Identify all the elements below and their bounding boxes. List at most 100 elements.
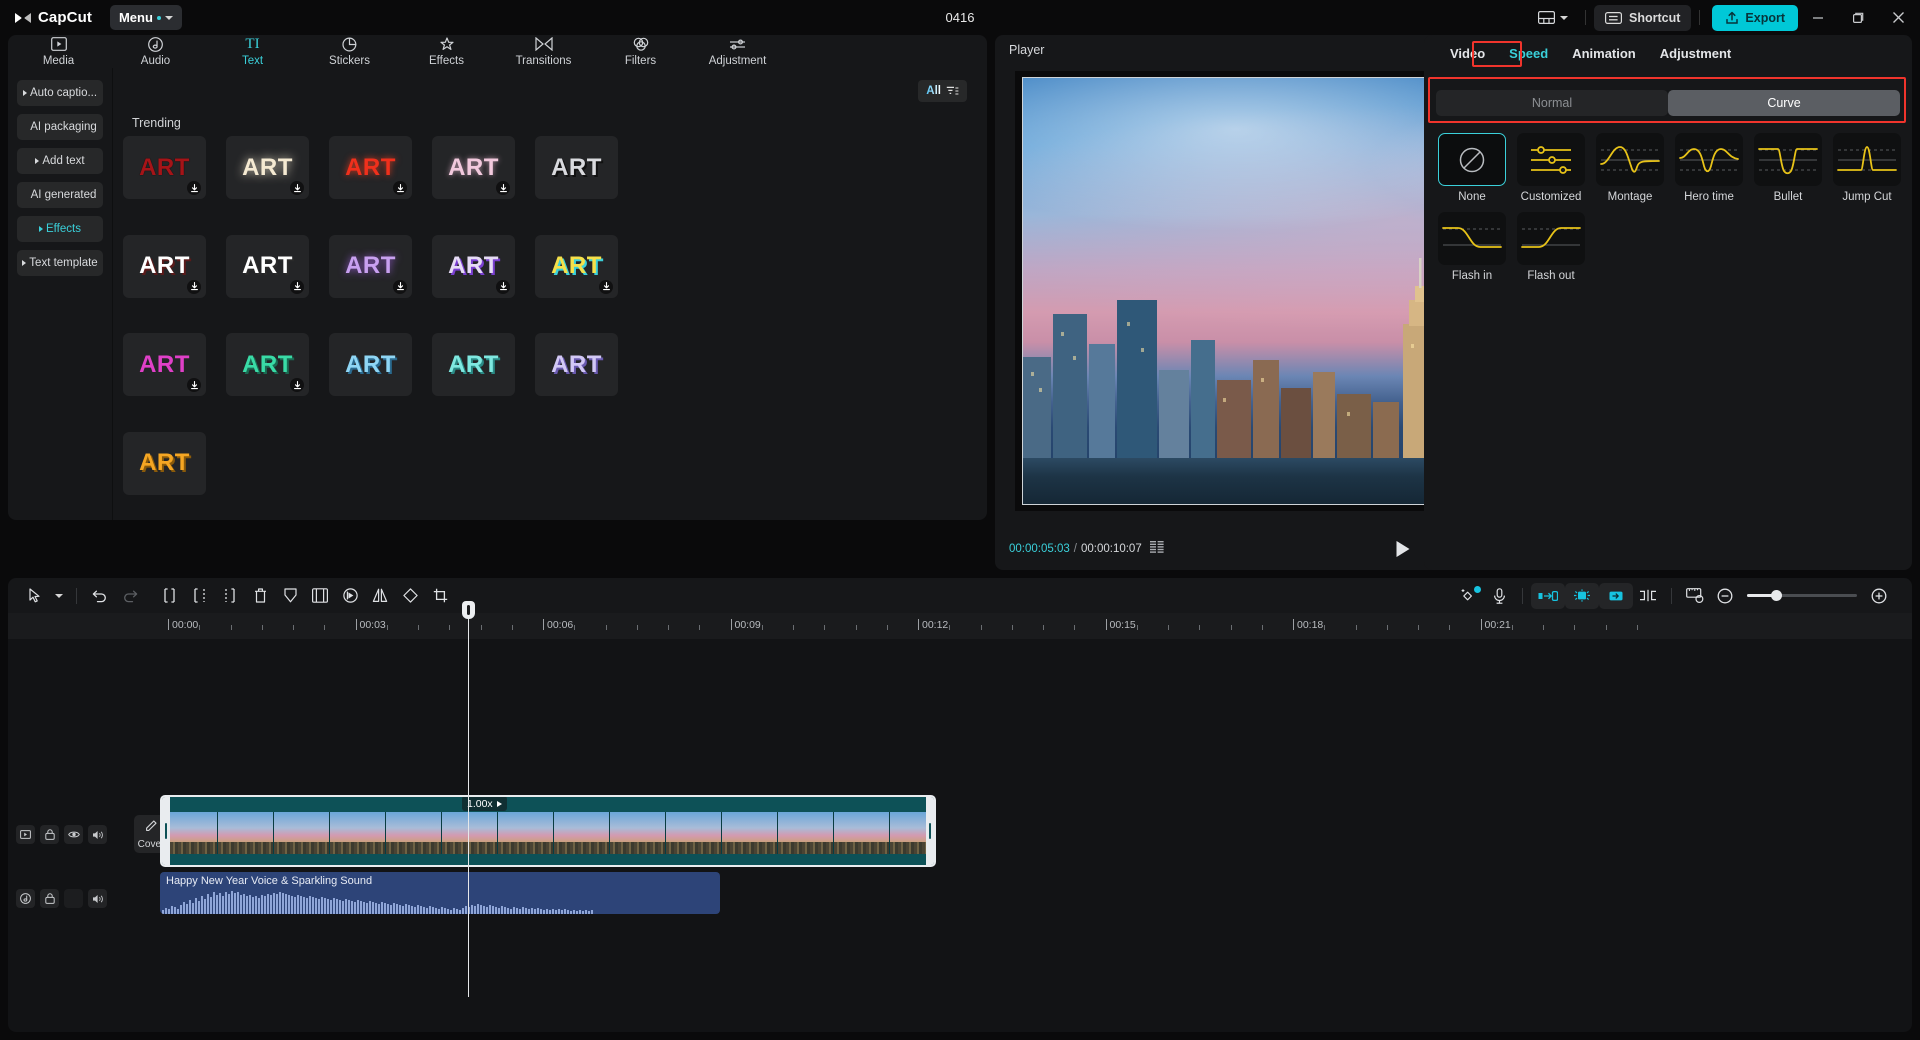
undo-button[interactable]	[85, 583, 115, 609]
download-icon[interactable]	[496, 280, 510, 294]
sidebar-item-ai-generated[interactable]: AI generated	[17, 182, 103, 208]
text-preset-cell[interactable]: ART	[535, 136, 618, 199]
curve-preset-flash-out[interactable]: Flash out	[1517, 212, 1585, 282]
text-preset-cell[interactable]: ART	[329, 333, 412, 396]
shortcut-button[interactable]: Shortcut	[1594, 5, 1691, 31]
download-icon[interactable]	[496, 181, 510, 195]
frames-icon[interactable]	[1150, 540, 1164, 558]
text-preset-cell[interactable]: ART	[226, 136, 309, 199]
text-preset-cell[interactable]: ART	[432, 235, 515, 298]
tool-dropdown-button[interactable]	[50, 583, 68, 609]
zoom-in-button[interactable]	[1864, 583, 1894, 609]
download-icon[interactable]	[187, 280, 201, 294]
layout-button[interactable]	[1529, 11, 1577, 24]
menu-button[interactable]: Menu	[110, 5, 182, 30]
sidebar-item-add-text[interactable]: Add text	[17, 148, 103, 174]
export-button[interactable]: Export	[1712, 5, 1798, 31]
text-preset-cell[interactable]: ART	[535, 333, 618, 396]
lock-icon[interactable]	[40, 889, 59, 908]
trim-left-button[interactable]	[185, 583, 215, 609]
timeline-ruler[interactable]: 00:0000:0300:0600:0900:1200:1500:1800:21	[8, 613, 1912, 639]
speed-mode-normal[interactable]: Normal	[1436, 90, 1668, 116]
redo-button[interactable]	[115, 583, 145, 609]
audio-clip[interactable]: Happy New Year Voice & Sparkling Sound	[160, 872, 720, 914]
text-preset-cell[interactable]: ART	[123, 235, 206, 298]
lock-icon[interactable]	[40, 825, 59, 844]
zoom-slider-knob[interactable]	[1771, 590, 1782, 601]
snap-center-button[interactable]	[1565, 583, 1599, 609]
tab-video[interactable]: Video	[1438, 42, 1497, 66]
tab-filters[interactable]: Filters	[592, 35, 689, 68]
sidebar-item-text-template[interactable]: Text template	[17, 250, 103, 276]
video-clip[interactable]: 1.00x	[160, 795, 936, 867]
speaker-icon[interactable]	[88, 889, 107, 908]
eye-icon[interactable]	[64, 825, 83, 844]
snap-start-button[interactable]	[1531, 583, 1565, 609]
snap-end-button[interactable]	[1599, 583, 1633, 609]
play-button[interactable]	[1396, 541, 1409, 557]
video-icon[interactable]	[16, 825, 35, 844]
tab-text[interactable]: TI Text	[204, 35, 301, 68]
download-icon[interactable]	[393, 280, 407, 294]
download-icon[interactable]	[187, 378, 201, 392]
close-button[interactable]	[1878, 0, 1918, 35]
download-icon[interactable]	[599, 280, 613, 294]
download-icon[interactable]	[393, 181, 407, 195]
text-preset-cell[interactable]: ART	[329, 136, 412, 199]
text-preset-cell[interactable]: ART	[226, 235, 309, 298]
zoom-slider[interactable]	[1747, 594, 1857, 597]
clip-trim-handle-left[interactable]	[162, 797, 170, 865]
clip-speed-badge[interactable]: 1.00x	[462, 796, 507, 811]
curve-preset-jump-cut[interactable]: Jump Cut	[1833, 133, 1901, 203]
text-preset-cell[interactable]: ART	[123, 136, 206, 199]
split-track-button[interactable]	[1633, 583, 1663, 609]
adapt-timeline-button[interactable]	[1680, 583, 1710, 609]
curve-preset-hero-time[interactable]: Hero time	[1675, 133, 1743, 203]
download-icon[interactable]	[290, 181, 304, 195]
select-tool-button[interactable]	[20, 583, 50, 609]
text-preset-cell[interactable]: ART	[535, 235, 618, 298]
sidebar-item-auto-captio[interactable]: Auto captio...	[17, 80, 103, 106]
rotate-button[interactable]	[395, 583, 425, 609]
mask-button[interactable]	[275, 583, 305, 609]
text-preset-cell[interactable]: ART	[123, 333, 206, 396]
speed-mode-curve[interactable]: Curve	[1668, 90, 1900, 116]
filter-all-button[interactable]: All	[918, 80, 967, 102]
tab-stickers[interactable]: Stickers	[301, 35, 398, 68]
curve-preset-customized[interactable]: Customized	[1517, 133, 1585, 203]
freeze-frame-button[interactable]	[305, 583, 335, 609]
sidebar-item-ai-packaging[interactable]: AI packaging	[17, 114, 103, 140]
sidebar-item-effects[interactable]: Effects	[17, 216, 103, 242]
mirror-button[interactable]	[365, 583, 395, 609]
crop-button[interactable]	[425, 583, 455, 609]
reverse-button[interactable]	[335, 583, 365, 609]
auto-keyframe-button[interactable]	[1454, 583, 1484, 609]
record-voiceover-button[interactable]	[1484, 583, 1514, 609]
speaker-icon[interactable]	[88, 825, 107, 844]
curve-preset-bullet[interactable]: Bullet	[1754, 133, 1822, 203]
audio-note-icon[interactable]	[16, 889, 35, 908]
download-icon[interactable]	[187, 181, 201, 195]
tab-audio[interactable]: Audio	[107, 35, 204, 68]
split-button[interactable]	[155, 583, 185, 609]
curve-preset-flash-in[interactable]: Flash in	[1438, 212, 1506, 282]
download-icon[interactable]	[290, 378, 304, 392]
clip-trim-handle-right[interactable]	[926, 797, 934, 865]
text-preset-cell[interactable]: ART	[329, 235, 412, 298]
text-preset-cell[interactable]: ART	[123, 432, 206, 495]
trim-right-button[interactable]	[215, 583, 245, 609]
maximize-button[interactable]	[1838, 0, 1878, 35]
tab-media[interactable]: Media	[10, 35, 107, 68]
minimize-button[interactable]	[1798, 0, 1838, 35]
tab-adjustment[interactable]: Adjustment	[1648, 42, 1744, 66]
tab-animation[interactable]: Animation	[1560, 42, 1648, 66]
tab-effects[interactable]: Effects	[398, 35, 495, 68]
text-preset-cell[interactable]: ART	[432, 136, 515, 199]
tab-speed[interactable]: Speed	[1497, 42, 1560, 66]
tab-transitions[interactable]: Transitions	[495, 35, 592, 68]
download-icon[interactable]	[290, 280, 304, 294]
delete-button[interactable]	[245, 583, 275, 609]
curve-preset-none[interactable]: None	[1438, 133, 1506, 203]
text-preset-cell[interactable]: ART	[432, 333, 515, 396]
curve-preset-montage[interactable]: Montage	[1596, 133, 1664, 203]
